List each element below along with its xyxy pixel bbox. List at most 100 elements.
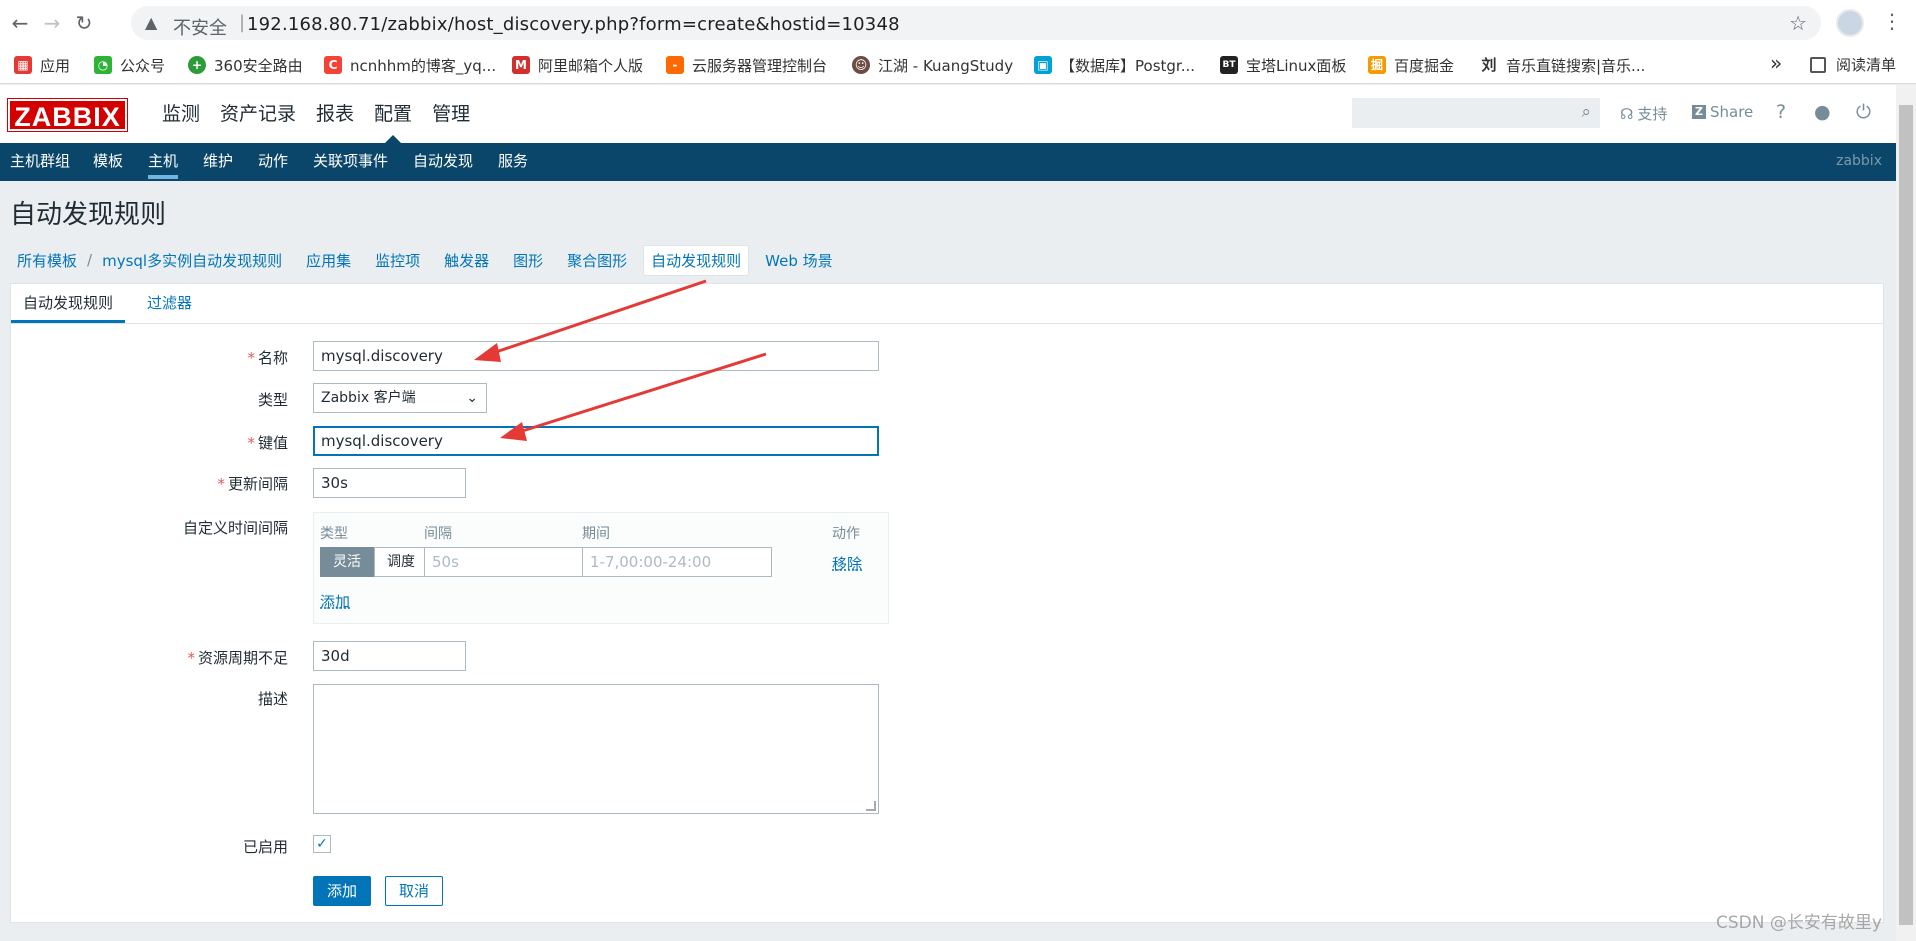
help-icon[interactable]: ? [1776,101,1786,123]
watermark: CSDN @长安有故里y [1716,913,1882,933]
juejin-icon: 掘 [1368,56,1386,74]
search-input[interactable]: ⌕ [1352,98,1600,128]
profile-avatar[interactable] [1836,9,1864,37]
scheduling-button[interactable]: 调度 [374,547,428,577]
headset-icon: ☊ [1620,104,1634,123]
lifetime-field[interactable]: 30d [313,641,466,671]
custom-intervals-label: 自定义时间间隔 [182,519,288,537]
bookmark-kuang[interactable]: ☺ 江湖 - KuangStudy [852,54,1013,76]
tab-discovery-rules[interactable]: 自动发现规则 [643,244,750,276]
cancel-button[interactable]: 取消 [385,876,444,906]
bookmark-360[interactable]: +360安全路由 [188,54,303,76]
tab-graphs[interactable]: 图形 [505,250,551,271]
add-button[interactable]: 添加 [313,876,372,906]
menu-inventory[interactable]: 资产记录 [210,85,306,143]
bookmark-csdn[interactable]: Cncnhhm的博客_yq... [324,54,496,76]
submenu-actions[interactable]: 动作 [258,143,288,181]
reading-list[interactable]: 阅读清单 [1810,54,1896,75]
submenu-host-groups[interactable]: 主机群组 [10,143,70,181]
bookmarks-bar: ▦ 应用 ◔ 公众号 +360安全路由 Cncnhhm的博客_yq... M 阿里邮箱… [0,45,1916,84]
sub-menu: 主机群组 模板 主机 维护 动作 关联项事件 自动发现 服务 zabbix [0,143,1896,181]
user-profile-icon[interactable]: ● [1814,101,1831,123]
submenu-templates[interactable]: 模板 [93,143,123,181]
logout-icon[interactable]: ⏻ [1856,101,1871,123]
tab-web-scenarios[interactable]: Web 场景 [757,250,840,271]
description-label: 描述 [257,690,288,708]
back-arrow-icon[interactable]: ← [8,11,32,35]
submenu-event-correlation[interactable]: 关联项事件 [313,143,388,181]
360-icon: + [188,56,206,74]
zabbix-logo[interactable]: ZABBIX [7,98,128,132]
breadcrumb-template[interactable]: mysql多实例自动发现规则 [94,250,290,271]
tab-discovery-rule[interactable]: 自动发现规则 [11,284,126,323]
menu-administration[interactable]: 管理 [422,85,480,143]
submenu-hosts[interactable]: 主机 [148,143,179,181]
submenu-discovery[interactable]: 自动发现 [413,143,473,181]
key-field[interactable]: mysql.discovery [313,426,879,456]
bookmark-music[interactable]: 刘音乐直链搜索|音乐... [1480,54,1645,76]
search-icon[interactable]: ⌕ [1581,102,1591,122]
chevron-down-icon: ⌄ [466,390,478,406]
enabled-checkbox[interactable]: ✓ [313,835,331,853]
bt-icon: BT [1220,56,1238,74]
bookmark-bilibili[interactable]: ▣ 【数据库】Postgr... [1034,54,1195,76]
bookmarks-more-icon[interactable]: » [1770,51,1782,75]
breadcrumb: 所有模板 / mysql多实例自动发现规则 应用集 监控项 触发器 图形 聚合图… [0,244,841,276]
address-bar[interactable]: ▲ 不安全 | 192.168.80.71/zabbix/host_discov… [131,6,1821,40]
discovery-rule-form: 自动发现规则 过滤器 * 名称 mysql.discovery 类型 Zabbix… [10,283,1884,923]
support-link[interactable]: ☊ 支持 [1620,103,1667,124]
submenu-maintenance[interactable]: 维护 [203,143,233,181]
url-separator: | [239,12,246,33]
name-label: * 名称 [247,349,288,367]
flexible-button[interactable]: 灵活 [320,547,374,577]
submenu-services[interactable]: 服务 [498,143,528,181]
breadcrumb-all-templates[interactable]: 所有模板 [9,250,85,271]
music-icon: 刘 [1480,56,1498,74]
bookmark-mail[interactable]: M 阿里邮箱个人版 [512,54,643,76]
tab-filters[interactable]: 过滤器 [135,284,204,323]
bookmark-star-icon[interactable]: ☆ [1789,11,1807,35]
share-link[interactable]: Z Share [1692,103,1753,121]
bookmark-juejin[interactable]: 掘百度掘金 [1368,54,1454,76]
name-field[interactable]: mysql.discovery [313,341,879,371]
resize-handle[interactable] [866,801,876,811]
update-interval-field[interactable]: 30s [313,468,466,498]
description-textarea[interactable] [313,684,879,814]
zabbix-header: ZABBIX 监测 资产记录 报表 配置 管理 ⌕ ☊ 支持 Z Share ? ●… [0,85,1896,143]
browser-menu-icon[interactable]: ⋮ [1882,9,1902,33]
scrollbar-thumb[interactable] [1899,105,1913,925]
menu-monitoring[interactable]: 监测 [152,85,210,143]
tab-triggers[interactable]: 触发器 [436,250,497,271]
bookmark-apps[interactable]: ▦ 应用 [14,54,70,76]
custom-intervals-table: 类型 间隔 期间 动作 灵活 调度 50s 1-7,00:00-24:00 移除… [313,512,889,624]
kuang-icon: ☺ [852,56,870,74]
add-interval-link[interactable]: 添加 [320,591,350,612]
tab-screens[interactable]: 聚合图形 [559,250,635,271]
tab-items[interactable]: 监控项 [367,250,428,271]
required-marker: * [247,349,255,367]
forward-arrow-icon[interactable]: → [40,11,64,35]
remove-link[interactable]: 移除 [832,553,862,574]
custom-period-input[interactable]: 1-7,00:00-24:00 [582,547,772,577]
interval-type-toggle: 灵活 调度 [320,547,428,577]
required-marker: * [187,649,195,667]
bookmark-bt[interactable]: BT 宝塔Linux面板 [1220,54,1346,76]
type-label: 类型 [257,391,288,409]
url-text[interactable]: 192.168.80.71/zabbix/host_discovery.php?… [247,14,900,35]
bookmark-wechat[interactable]: ◔ 公众号 [94,54,165,76]
reload-icon[interactable]: ↻ [72,11,96,35]
menu-configuration[interactable]: 配置 [364,85,422,143]
csdn-icon: C [324,56,342,74]
menu-reports[interactable]: 报表 [306,85,364,143]
update-interval-label: * 更新间隔 [217,475,288,493]
browser-toolbar: ← → ↻ ▲ 不安全 | 192.168.80.71/zabbix/host_… [0,0,1916,45]
mail-icon: M [512,56,530,74]
page-scrollbar[interactable] [1896,85,1916,941]
share-icon: Z [1692,105,1706,119]
tab-applications[interactable]: 应用集 [298,250,359,271]
type-select[interactable]: Zabbix 客户端 ⌄ [313,383,487,413]
required-marker: * [217,475,225,493]
insecure-label: 不安全 [173,18,227,39]
bookmark-aliyun[interactable]: - 云服务器管理控制台 [666,54,827,76]
enabled-label: 已启用 [242,838,288,856]
